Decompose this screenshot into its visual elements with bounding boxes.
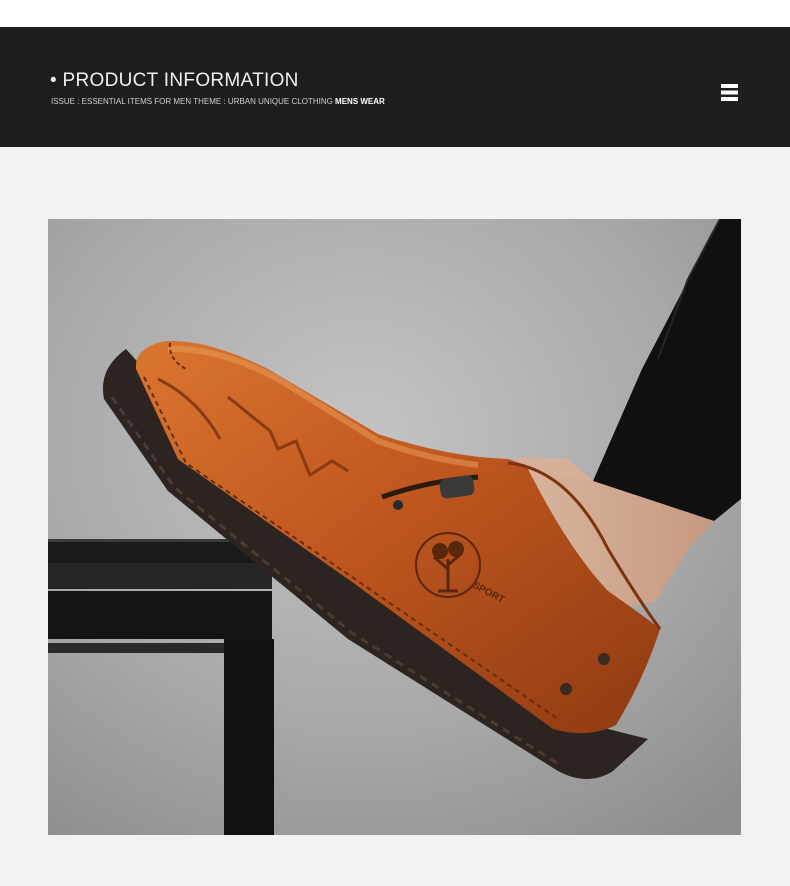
- subtitle-emphasis: MENS WEAR: [335, 97, 385, 106]
- subtitle-text: ISSUE : ESSENTIAL ITEMS FOR MEN THEME : …: [51, 97, 336, 106]
- header-subtitle: ISSUE : ESSENTIAL ITEMS FOR MEN THEME : …: [51, 97, 385, 106]
- page-title: • PRODUCT INFORMATION: [50, 70, 299, 91]
- product-photo: SPORT: [48, 219, 741, 835]
- product-info-header: • PRODUCT INFORMATION ISSUE : ESSENTIAL …: [0, 27, 790, 147]
- hamburger-menu-icon[interactable]: [721, 84, 738, 101]
- top-strip: [0, 0, 790, 27]
